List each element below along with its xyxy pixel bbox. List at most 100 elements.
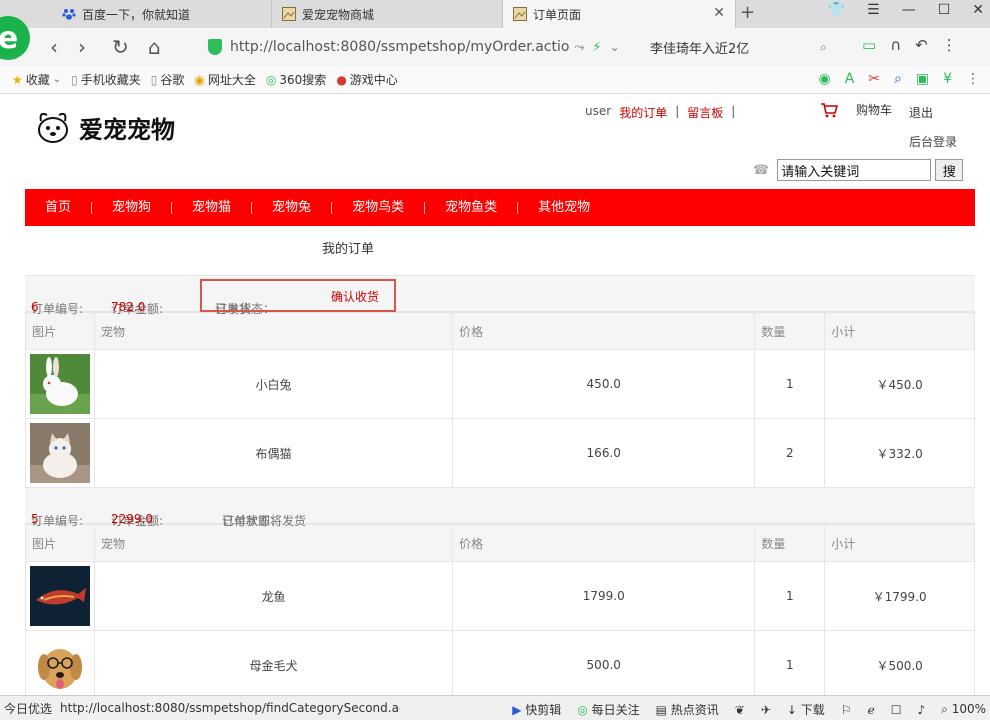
- browser-search-box[interactable]: ⌕: [650, 33, 845, 61]
- today-picks[interactable]: 今日优选: [4, 700, 52, 717]
- column-header: 宠物: [93, 312, 454, 350]
- wallet-icon[interactable]: ¥: [943, 71, 952, 87]
- extension-icons: ◉ A ✂ ⌕ ▣ ¥ ⋮: [818, 71, 980, 87]
- new-tab-icon[interactable]: +: [740, 2, 755, 23]
- menu-item-rabbits[interactable]: 宠物兔: [252, 201, 333, 214]
- arowana-photo[interactable]: [30, 566, 90, 626]
- favorites-menu[interactable]: ★ 收藏 ⌄: [12, 71, 61, 88]
- close-window-icon[interactable]: ✕: [972, 2, 984, 18]
- browser-toolbar-icons: ▭ ∩ ↶ ⋮: [862, 36, 957, 54]
- table-row: 布偶猫 166.0 2 ￥332.0: [25, 418, 975, 488]
- browser-search-input[interactable]: [650, 39, 820, 55]
- download-tool[interactable]: ↓ 下载: [787, 701, 825, 718]
- logout-link[interactable]: 退出: [909, 104, 933, 121]
- more-icon[interactable]: ⋮: [942, 36, 957, 54]
- chevron-down-icon[interactable]: ⌄: [610, 40, 620, 54]
- maximize-icon[interactable]: ☐: [938, 2, 951, 18]
- username: user: [585, 104, 612, 118]
- flag-icon[interactable]: ⚐: [841, 703, 852, 717]
- menu-item-dogs[interactable]: 宠物狗: [92, 201, 173, 214]
- favorites-bar: ★ 收藏 ⌄ ▯ 手机收藏夹 ▯ 谷歌 ◉ 网址大全 ◎ 360搜索 ● 游戏中…: [0, 66, 990, 94]
- pet-subtotal: ￥332.0: [824, 418, 975, 488]
- order-items-table: 图片 宠物 价格 数量 小计 龙鱼 1799.0 1 ￥1799.0 母金毛犬 …: [25, 524, 975, 700]
- search-button[interactable]: 搜: [935, 159, 964, 181]
- menu-item-other[interactable]: 其他宠物: [518, 201, 610, 214]
- cart-icon: [821, 102, 838, 117]
- baidu-paw-icon: [62, 7, 76, 21]
- favorite-games[interactable]: ● 游戏中心: [336, 71, 398, 88]
- menu-item-fish[interactable]: 宠物鱼类: [425, 201, 519, 214]
- page-content: 爱宠宠物 user 我的订单 | 留言板 | 购物车 退出 后台登录 ☎ 搜 首…: [25, 95, 975, 700]
- tab-orders[interactable]: 订单页面 ✕: [503, 0, 736, 28]
- pet-name[interactable]: 母金毛犬: [93, 630, 454, 700]
- tab-petshop[interactable]: 爱宠宠物商城: [272, 0, 503, 28]
- hot-news-tool[interactable]: ▤ 热点资讯: [656, 701, 719, 718]
- bolt-icon[interactable]: ⚡: [592, 40, 601, 55]
- category-menu: 首页 宠物狗 宠物猫 宠物兔 宠物鸟类 宠物鱼类 其他宠物: [25, 189, 975, 226]
- back-icon[interactable]: ‹: [50, 35, 58, 59]
- pet-name[interactable]: 龙鱼: [93, 561, 454, 631]
- download-icon: ↓: [786, 703, 797, 717]
- close-tab-icon[interactable]: ✕: [713, 5, 725, 21]
- rabbit-photo[interactable]: [30, 354, 90, 414]
- golden-retriever-photo[interactable]: [30, 635, 90, 695]
- translate-icon[interactable]: A: [845, 71, 855, 87]
- magnifier-icon[interactable]: ⌕: [894, 71, 902, 87]
- guestbook-link[interactable]: 留言板: [687, 104, 723, 121]
- favorite-label: 谷歌: [160, 73, 185, 87]
- more-icon[interactable]: ⋮: [966, 71, 980, 87]
- menu-icon[interactable]: ☰: [867, 2, 880, 18]
- forward-icon[interactable]: ›: [78, 35, 86, 59]
- order-header: 订单编号: 6 订单金额: 782.0 订单状态： 已发货 确认收货: [25, 275, 975, 316]
- pet-price: 1799.0: [452, 561, 756, 631]
- zoom-level[interactable]: ⌕ 100%: [941, 702, 986, 717]
- reload-icon[interactable]: ↻: [112, 35, 129, 59]
- scissors-icon[interactable]: ✂: [868, 71, 880, 87]
- favorite-mobile[interactable]: ▯ 手机收藏夹: [71, 71, 141, 88]
- share-icon[interactable]: ⤳: [574, 40, 584, 55]
- url-input[interactable]: [230, 39, 570, 55]
- tab-baidu[interactable]: 百度一下，你就知道: [30, 0, 272, 28]
- pet-quantity: 1: [754, 349, 826, 419]
- favorite-directory[interactable]: ◉ 网址大全: [194, 71, 256, 88]
- pet-name[interactable]: 布偶猫: [93, 418, 454, 488]
- search-360-icon: ◎: [265, 72, 277, 87]
- battery-icon[interactable]: ▭: [862, 36, 876, 54]
- favorite-360-search[interactable]: ◎ 360搜索: [266, 71, 326, 88]
- window-icon[interactable]: ☐: [891, 703, 902, 717]
- shirt-icon[interactable]: 👕: [828, 2, 845, 18]
- pet-price: 450.0: [452, 349, 756, 419]
- ie-icon[interactable]: ℯ: [868, 703, 875, 717]
- daily-follow-tool[interactable]: ◎ 每日关注: [577, 701, 639, 718]
- video-edit-tool[interactable]: ▶ 快剪辑: [512, 701, 561, 718]
- headphones-icon[interactable]: ∩: [890, 36, 901, 54]
- address-bar[interactable]: ⤳ ⚡ ⌄: [200, 33, 640, 61]
- pin-icon[interactable]: ✈: [761, 703, 771, 717]
- table-header-row: 图片 宠物 价格 数量 小计: [25, 524, 975, 562]
- sound-icon[interactable]: ♪: [917, 703, 925, 717]
- site-logo[interactable]: 爱宠宠物: [35, 109, 175, 145]
- window-controls: 👕 ☰ — ☐ ✕: [828, 2, 984, 18]
- divider: |: [675, 104, 680, 118]
- cat-photo[interactable]: [30, 423, 90, 483]
- undo-icon[interactable]: ↶: [915, 36, 928, 54]
- pet-name[interactable]: 小白兔: [93, 349, 454, 419]
- pet-quantity: 1: [754, 561, 826, 631]
- search-icon[interactable]: ⌕: [820, 40, 827, 55]
- cart-link[interactable]: 购物车: [820, 101, 892, 118]
- menu-item-birds[interactable]: 宠物鸟类: [332, 201, 426, 214]
- star-icon: ★: [12, 72, 23, 87]
- menu-item-home[interactable]: 首页: [25, 201, 93, 214]
- menu-item-cats[interactable]: 宠物猫: [172, 201, 253, 214]
- gamepad-icon[interactable]: ▣: [916, 71, 929, 87]
- leaf-icon[interactable]: ❦: [735, 703, 745, 717]
- keyword-input[interactable]: [777, 159, 932, 181]
- column-header: 小计: [824, 312, 975, 350]
- chat-icon[interactable]: ◉: [818, 71, 830, 87]
- minimize-icon[interactable]: —: [902, 2, 916, 18]
- admin-login-link[interactable]: 后台登录: [909, 133, 957, 150]
- favorite-google[interactable]: ▯ 谷歌: [151, 71, 185, 88]
- my-orders-link[interactable]: 我的订单: [619, 104, 667, 121]
- zoom-icon: ⌕: [941, 702, 948, 716]
- home-icon[interactable]: ⌂: [148, 35, 161, 59]
